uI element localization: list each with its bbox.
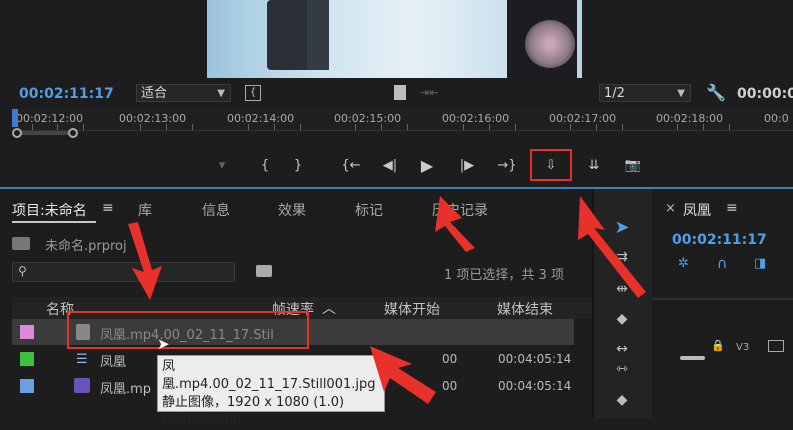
arrow-right — [578, 196, 646, 298]
annotation-arrows — [128, 196, 646, 404]
arrow-left — [128, 222, 162, 300]
arrow-bottom — [370, 346, 436, 404]
